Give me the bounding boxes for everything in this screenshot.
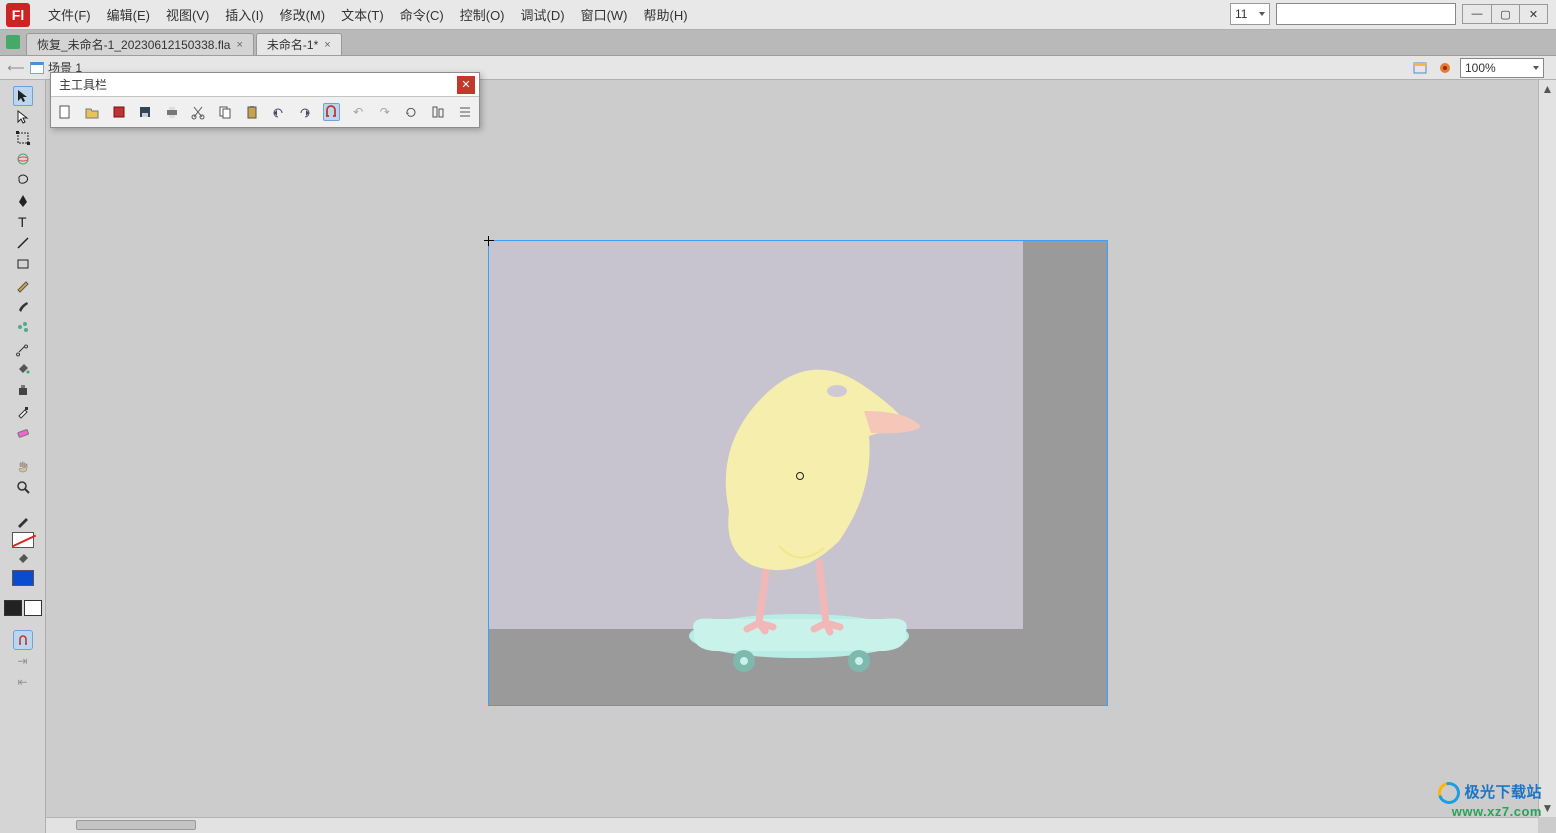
collapse-tabs-icon[interactable] <box>6 35 20 49</box>
option-a-icon[interactable]: ⇥ <box>13 651 33 671</box>
menu-window[interactable]: 窗口(W) <box>573 1 636 28</box>
swap-colors-icon[interactable] <box>24 600 42 616</box>
free-transform-tool[interactable] <box>13 128 33 148</box>
scroll-down-icon[interactable]: ▼ <box>1541 801 1555 815</box>
close-button[interactable]: ✕ <box>1519 5 1547 23</box>
save-icon[interactable] <box>137 103 154 121</box>
zoom-tool[interactable] <box>13 477 33 497</box>
paste-icon[interactable] <box>243 103 260 121</box>
transform-center-icon <box>796 472 804 480</box>
undo-icon[interactable] <box>270 103 287 121</box>
scroll-up-icon[interactable]: ▲ <box>1541 82 1555 96</box>
tab-label: 未命名-1* <box>267 36 318 53</box>
snap-to-object-icon[interactable] <box>13 630 33 650</box>
black-white-icon[interactable] <box>4 600 22 616</box>
lasso-tool[interactable] <box>13 170 33 190</box>
stroke-color-swatch[interactable] <box>12 532 34 548</box>
scene-icon <box>30 62 44 74</box>
rectangle-tool[interactable] <box>13 254 33 274</box>
tab-label: 恢复_未命名-1_20230612150338.fla <box>37 36 230 53</box>
text-tool[interactable]: T <box>13 212 33 232</box>
brush-tool[interactable] <box>13 296 33 316</box>
stage-canvas[interactable] <box>46 80 1556 833</box>
menu-text[interactable]: 文本(T) <box>333 1 392 28</box>
menu-cmd[interactable]: 命令(C) <box>392 1 452 28</box>
bone-tool[interactable] <box>13 338 33 358</box>
menu-edit[interactable]: 编辑(E) <box>99 1 158 28</box>
fill-color-swatch[interactable] <box>12 570 34 586</box>
edit-symbol-icon[interactable] <box>1436 59 1454 77</box>
document-tab-bar: 恢复_未命名-1_20230612150338.fla × 未命名-1* × <box>0 30 1556 56</box>
tools-panel: T ⇥ ⇤ <box>0 80 46 833</box>
menu-bar: Fl 文件(F) 编辑(E) 视图(V) 插入(I) 修改(M) 文本(T) 命… <box>0 0 1556 30</box>
copy-icon[interactable] <box>217 103 234 121</box>
edit-scene-icon[interactable] <box>1412 59 1430 77</box>
panel-close-button[interactable]: ✕ <box>457 76 475 94</box>
svg-text:T: T <box>18 214 27 230</box>
main-toolbar-panel[interactable]: 主工具栏 ✕ ↶ ↷ <box>50 72 480 128</box>
document-tab[interactable]: 恢复_未命名-1_20230612150338.fla × <box>26 33 254 55</box>
menu-control[interactable]: 控制(O) <box>452 1 513 28</box>
open-folder-icon[interactable] <box>84 103 101 121</box>
menu-view[interactable]: 视图(V) <box>158 1 217 28</box>
zoom-selector[interactable]: 100% <box>1460 58 1544 78</box>
rotate-right-icon[interactable]: ↷ <box>376 103 393 121</box>
document-tab[interactable]: 未命名-1* × <box>256 33 342 55</box>
deco-tool[interactable] <box>13 317 33 337</box>
line-tool[interactable] <box>13 233 33 253</box>
ink-bottle-tool[interactable] <box>13 380 33 400</box>
close-tab-icon[interactable]: × <box>236 39 242 51</box>
eyedropper-tool[interactable] <box>13 401 33 421</box>
menu-file[interactable]: 文件(F) <box>40 1 99 28</box>
refresh-icon[interactable] <box>403 103 420 121</box>
app-logo: Fl <box>6 3 30 27</box>
3d-rotation-tool[interactable] <box>13 149 33 169</box>
minimize-button[interactable]: — <box>1463 5 1491 23</box>
work-area: T ⇥ ⇤ <box>0 80 1556 833</box>
pen-tool[interactable] <box>13 191 33 211</box>
selection-tool[interactable] <box>13 86 33 106</box>
close-tab-icon[interactable]: × <box>324 39 330 51</box>
pencil-tool[interactable] <box>13 275 33 295</box>
menu-debug[interactable]: 调试(D) <box>513 1 573 28</box>
help-search-input[interactable] <box>1276 3 1456 25</box>
menu-modify[interactable]: 修改(M) <box>272 1 334 28</box>
maximize-button[interactable]: ▢ <box>1491 5 1519 23</box>
window-controls: — ▢ ✕ <box>1462 4 1548 24</box>
redo-icon[interactable] <box>296 103 313 121</box>
toolbar-row: ↶ ↷ <box>51 97 479 127</box>
menu-insert[interactable]: 插入(I) <box>217 1 271 28</box>
hand-tool[interactable] <box>13 456 33 476</box>
registration-crosshair-icon <box>484 236 494 246</box>
import-icon[interactable] <box>110 103 127 121</box>
vertical-scrollbar[interactable]: ▲ ▼ <box>1538 80 1556 817</box>
new-file-icon[interactable] <box>57 103 74 121</box>
scroll-thumb[interactable] <box>76 820 196 830</box>
eraser-tool[interactable] <box>13 422 33 442</box>
horizontal-scrollbar[interactable] <box>46 817 1538 833</box>
print-icon[interactable] <box>163 103 180 121</box>
snap-magnet-icon[interactable] <box>323 103 340 121</box>
workspace-selector[interactable]: 11 <box>1230 3 1270 25</box>
watermark: 极光下载站 www.xz7.com <box>1438 781 1542 819</box>
back-icon[interactable]: ⟵ <box>8 60 24 76</box>
option-b-icon[interactable]: ⇤ <box>13 672 33 692</box>
watermark-url: www.xz7.com <box>1438 804 1542 819</box>
rotate-left-icon[interactable]: ↶ <box>350 103 367 121</box>
align-icon[interactable] <box>430 103 447 121</box>
subselection-tool[interactable] <box>13 107 33 127</box>
distribute-icon[interactable] <box>456 103 473 121</box>
panel-titlebar[interactable]: 主工具栏 ✕ <box>51 73 479 97</box>
menu-help[interactable]: 帮助(H) <box>636 1 696 28</box>
cut-icon[interactable] <box>190 103 207 121</box>
paint-bucket-tool[interactable] <box>13 359 33 379</box>
fill-color-tool[interactable] <box>13 549 33 569</box>
zoom-value: 100% <box>1465 61 1496 75</box>
artwork-chick <box>659 331 939 671</box>
stroke-color-tool[interactable] <box>13 511 33 531</box>
watermark-text: 极光下载站 <box>1464 784 1542 801</box>
panel-title: 主工具栏 <box>59 76 107 93</box>
